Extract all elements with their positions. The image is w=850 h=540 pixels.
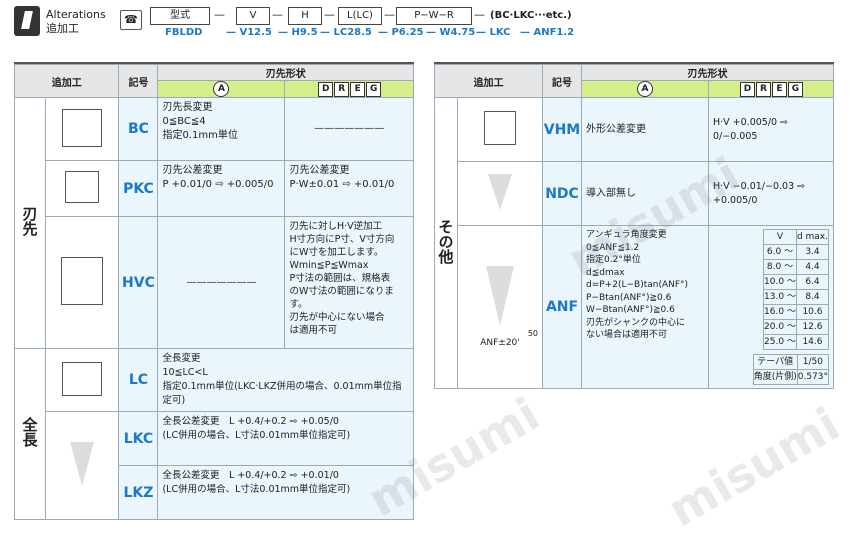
code-bc: BC [118, 97, 159, 161]
dmax-cell: 8.4 [795, 289, 830, 305]
figure-pkc [44, 160, 120, 217]
dmax-cell: 3.4 [795, 244, 830, 260]
anf-tolerance-label: ANF±20' [480, 338, 520, 348]
col-header-shape: 刃先形状 [157, 64, 414, 81]
left-alterations-table: 追加工 記号 刃先形状 A DREG 刃先 BC 刃先長変更 0≦BC≦4 指定… [13, 64, 414, 520]
col-header-shape: 刃先形状 [581, 64, 834, 81]
code-pkc: PKC [118, 160, 159, 217]
desc-hvc-dreg: 刃先に対しH·V逆加工 H寸方向にP寸、V寸方向 にW寸を加工します。 Wmin… [284, 216, 414, 349]
desc-pkc-dreg: 刃先公差変更 P·W±0.01 ⇨ +0.01/0 [284, 160, 414, 217]
taper-table: テーパ値 1/50 角度(片側) 0.573° [752, 354, 830, 385]
phone-icon: ☎ [120, 10, 142, 30]
angle-label: 角度(片側) [752, 369, 798, 385]
col-header-addproc: 追加工 [434, 64, 543, 98]
dash: — [384, 8, 395, 21]
code-value: — V12.5 [226, 27, 272, 38]
taper-label: テーパ値 [752, 354, 798, 370]
dash: — [474, 8, 485, 21]
figure-ndc [457, 161, 543, 226]
right-alterations-table: 追加工 記号 刃先形状 A DREG その他 VHM 外形公差変更 H·V +0… [434, 64, 834, 389]
figure-lc [44, 348, 120, 412]
spec-box-l: L(LC) [338, 7, 382, 25]
desc-bc-dreg: ——————— [284, 97, 414, 161]
sub-header-dreg: DREG [708, 80, 834, 98]
anf-angle-label: 50 [527, 329, 538, 338]
sub-header-a: A [581, 80, 709, 98]
spec-box-model: 型式 [150, 7, 210, 25]
dmax-header-v: V [763, 229, 797, 245]
desc-pkc-a: 刃先公差変更 P +0.01/0 ⇨ +0.005/0 [157, 160, 286, 217]
header-title: Alterations 追加工 [46, 8, 106, 35]
col-header-code: 記号 [118, 64, 159, 98]
watermark: misumi [659, 396, 849, 538]
dmax-cell: 16.0 ～ [763, 304, 797, 320]
dmax-cell: 25.0 ～ [763, 334, 797, 350]
section-label-length: 全長 [14, 348, 46, 520]
dmax-cell: 20.0 ～ [763, 319, 797, 335]
dmax-cell: 10.0 ～ [763, 274, 797, 290]
formula-vhm: H·V +0.005/0 ⇨ 0/−0.005 [708, 97, 834, 162]
spec-box-pwr: P−W−R [396, 7, 472, 25]
dmax-cell: 14.6 [795, 334, 830, 350]
dash: — [324, 8, 335, 21]
code-value: — LC28.5 [320, 27, 372, 38]
code-value: FBLDD [165, 27, 203, 38]
sub-header-dreg: DREG [284, 80, 414, 98]
dmax-cell: 6.4 [795, 274, 830, 290]
formula-ndc: H·V −0.01/−0.03 ⇨ +0.005/0 [708, 161, 834, 226]
dmax-cell: 10.6 [795, 304, 830, 320]
code-value: — ANF1.2 [520, 27, 575, 38]
section-label-blade: 刃先 [14, 97, 46, 349]
figure-hvc [44, 216, 120, 349]
angle-value: 0.573° [796, 369, 830, 385]
code-ndc: NDC [542, 161, 582, 226]
spec-suffix: (BC·LKC···etc.) [490, 10, 572, 21]
desc-hvc-a: ——————— [157, 216, 286, 349]
anf-dmax-panel: Vd max. 6.0 ～ 3.4 8.0 ～ 4.4 10.0 ～ 6.4 13.0… [708, 225, 834, 389]
dmax-cell: 12.6 [795, 319, 830, 335]
figure-vhm [457, 97, 543, 162]
section-label-other: その他 [434, 97, 458, 389]
dash: — [214, 8, 225, 21]
figure-bc [44, 97, 120, 161]
dash: — [272, 8, 283, 21]
col-header-addproc: 追加工 [13, 64, 120, 98]
sub-header-a: A [157, 80, 286, 98]
dmax-cell: 4.4 [795, 259, 830, 275]
dmax-cell: 13.0 ～ [763, 289, 797, 305]
code-hvc: HVC [118, 216, 159, 349]
spec-box-v: V [236, 7, 270, 25]
code-value: — P6.25 [378, 27, 424, 38]
figure-lk [44, 411, 120, 520]
dmax-cell: 6.0 ～ [763, 244, 797, 260]
desc-lkc: 全長公差変更 L +0.4/+0.2 ⇨ +0.05/0 (LC併用の場合、L寸… [157, 411, 414, 466]
col-header-code: 記号 [542, 64, 582, 98]
code-value: — H9.5 [278, 27, 318, 38]
code-value: — LKC [476, 27, 511, 38]
code-lkc: LKC [118, 411, 159, 466]
code-lkz: LKZ [118, 465, 159, 520]
spec-box-h: H [288, 7, 322, 25]
code-value: — W4.75 [426, 27, 476, 38]
code-lc: LC [118, 348, 159, 412]
desc-ndc: 導入部無し [581, 161, 709, 226]
code-anf: ANF [542, 225, 582, 389]
desc-anf: アンギュラ角度変更 0≦ANF≦1.2 指定0.2°単位 d≦dmax d=P+… [581, 225, 709, 389]
desc-vhm: 外形公差変更 [581, 97, 709, 162]
dmax-table: Vd max. 6.0 ～ 3.4 8.0 ～ 4.4 10.0 ～ 6.4 13.0… [763, 229, 830, 350]
dmax-header-d: d max. [795, 229, 830, 245]
alterations-icon [14, 6, 40, 36]
desc-bc-a: 刃先長変更 0≦BC≦4 指定0.1mm単位 [157, 97, 286, 161]
code-vhm: VHM [542, 97, 582, 162]
dmax-cell: 8.0 ～ [763, 259, 797, 275]
taper-value: 1/50 [796, 354, 830, 370]
desc-lc: 全長変更 10≦LC<L 指定0.1mm単位(LKC·LKZ併用の場合、0.01… [157, 348, 414, 412]
figure-anf: 50 ANF±20' [457, 225, 543, 389]
desc-lkz: 全長公差変更 L +0.4/+0.2 ⇨ +0.01/0 (LC併用の場合、L寸… [157, 465, 414, 520]
